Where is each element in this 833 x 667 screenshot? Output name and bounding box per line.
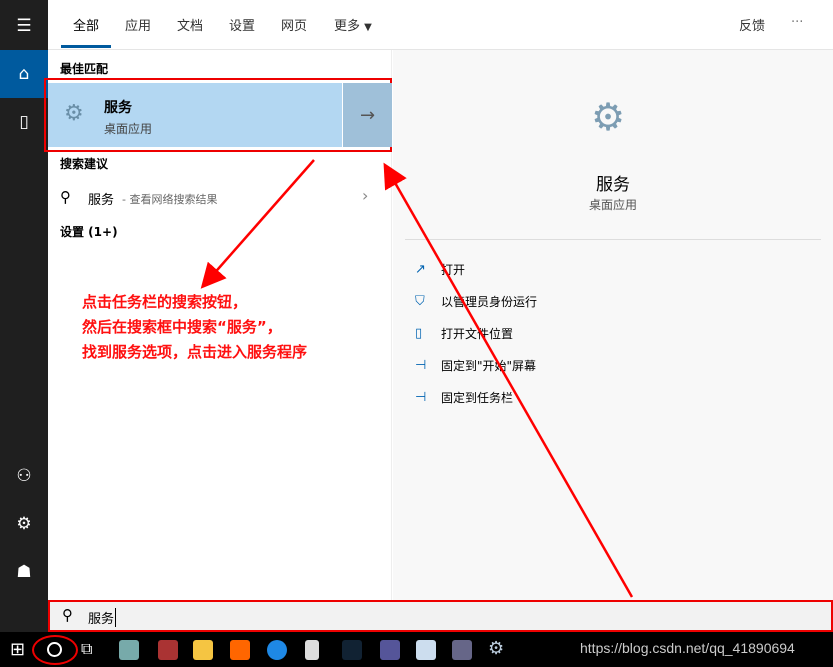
note-line: 然后在搜索框中搜索“服务”， xyxy=(82,318,282,336)
note-line: 点击任务栏的搜索按钮， xyxy=(82,293,248,311)
arrow-to-result xyxy=(383,162,634,598)
arrow-to-note xyxy=(200,159,315,289)
annotation-note: 点击任务栏的搜索按钮， 然后在搜索框中搜索“服务”， 找到服务选项，点击进入服务… xyxy=(82,290,307,365)
note-line: 找到服务选项，点击进入服务程序 xyxy=(82,343,308,361)
